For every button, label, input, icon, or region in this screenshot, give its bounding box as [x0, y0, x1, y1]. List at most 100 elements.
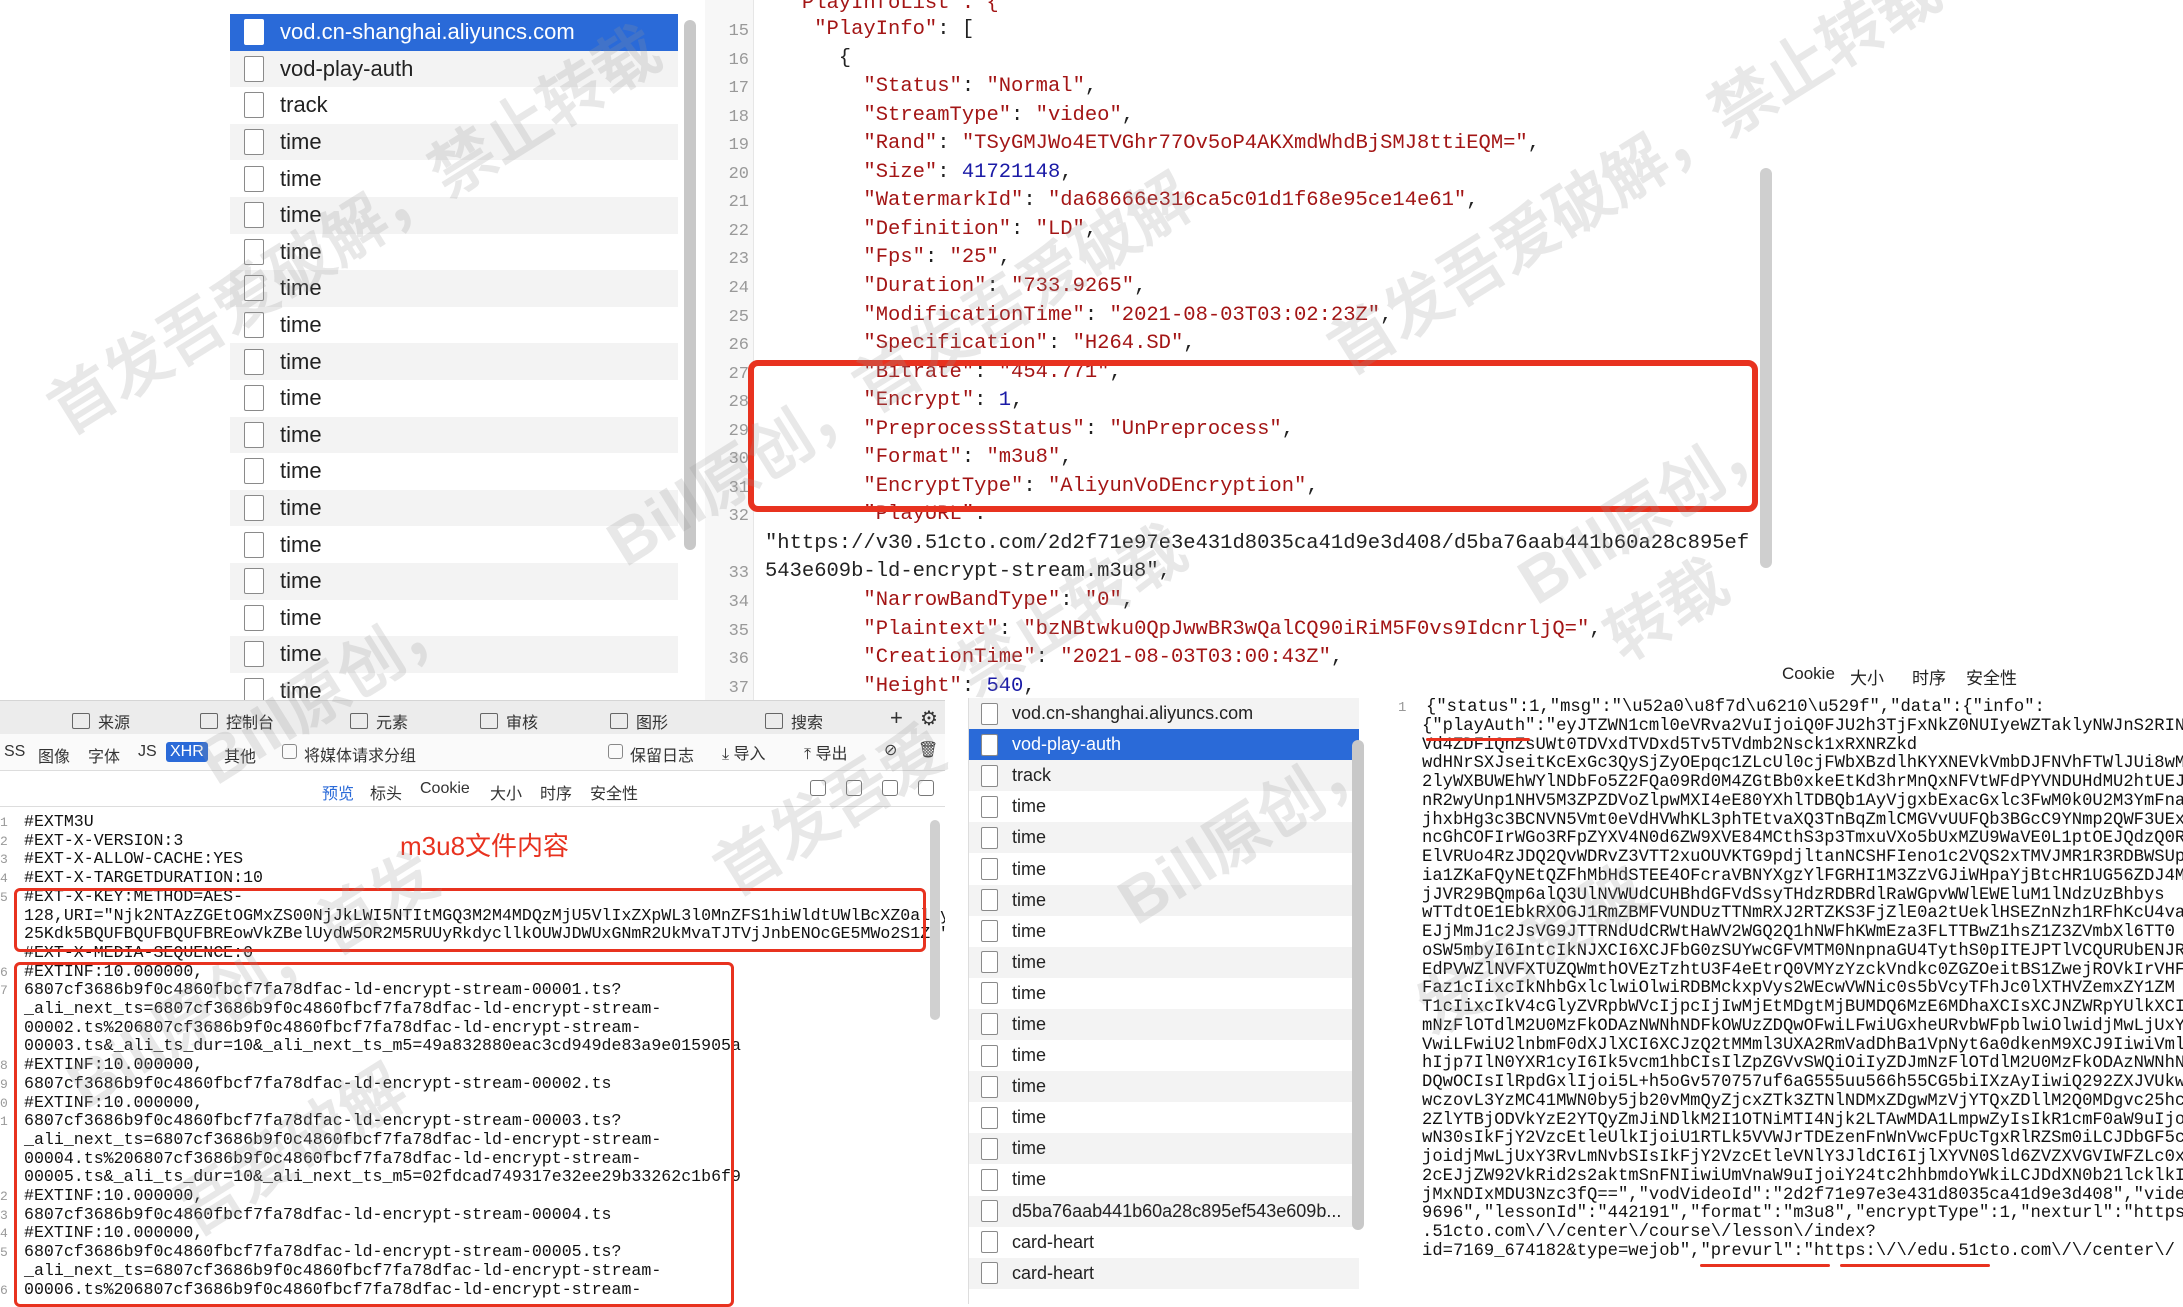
devtools-tab[interactable]: 元素 — [350, 709, 408, 733]
request-item[interactable]: time — [230, 636, 678, 673]
document-icon — [244, 275, 264, 302]
import-label: 导入 — [733, 746, 766, 763]
response-tab-3[interactable]: 安全性 — [1966, 664, 2017, 689]
m3u8-line-number: 2 — [0, 1189, 8, 1204]
code-line: { — [765, 46, 852, 70]
subtab-0[interactable]: 预览 — [322, 780, 354, 804]
request-item[interactable]: time — [969, 1164, 1359, 1195]
ext-key-highlight-box — [14, 888, 926, 952]
request-item[interactable]: time — [230, 234, 678, 271]
filter-3[interactable]: JS — [134, 742, 161, 762]
settings-gear-icon[interactable]: ⚙ — [920, 706, 938, 731]
request-item[interactable]: time — [969, 916, 1359, 947]
devtools-tab[interactable]: 来源 — [72, 709, 130, 733]
request-item-label: card-heart — [1012, 1262, 1095, 1283]
request-item[interactable]: vod-play-auth — [969, 729, 1359, 761]
document-icon — [981, 702, 998, 725]
request-item[interactable]: time — [969, 853, 1359, 884]
request-item[interactable]: time — [969, 884, 1359, 916]
request-item[interactable]: time — [230, 453, 678, 490]
request-item[interactable]: time — [969, 822, 1359, 854]
m3u8-line-number: 3 — [0, 852, 8, 868]
request-item[interactable]: time — [969, 1071, 1359, 1103]
group-media-checkbox[interactable] — [282, 744, 297, 759]
request-item[interactable]: time — [230, 600, 678, 637]
m3u8-line-number: 5 — [0, 1245, 8, 1261]
request-item[interactable]: time — [230, 160, 678, 197]
clear-icon[interactable]: ⊘ — [884, 740, 897, 760]
response-tab-1[interactable]: 大小 — [1850, 664, 1884, 689]
export-button[interactable]: ⤒ 导出 — [804, 740, 848, 764]
subtab-4[interactable]: 时序 — [540, 780, 572, 804]
preserve-log-checkbox[interactable] — [608, 744, 623, 759]
import-button[interactable]: ⤓ 导入 — [722, 740, 766, 764]
add-tab-icon[interactable]: + — [890, 705, 903, 731]
request-item[interactable]: time — [969, 1008, 1359, 1041]
subtab-1[interactable]: 标头 — [370, 780, 402, 804]
json-scrollbar[interactable] — [1760, 168, 1772, 568]
request-item[interactable]: time — [230, 489, 678, 527]
request-item[interactable]: vod.cn-shanghai.aliyuncs.com — [969, 698, 1359, 730]
filter-0[interactable]: SS — [0, 742, 29, 762]
request-item[interactable]: time — [969, 978, 1359, 1009]
request-item[interactable]: time — [230, 270, 678, 307]
devtools-tab[interactable]: 控制台 — [200, 709, 274, 733]
request-item[interactable]: time — [230, 196, 678, 234]
copy-icon[interactable] — [810, 780, 826, 796]
request-item-label: track — [1012, 765, 1052, 786]
request-list-bottom-scrollbar[interactable] — [1352, 740, 1364, 1230]
subtab-3[interactable]: 大小 — [490, 780, 522, 804]
request-item[interactable]: time — [969, 1102, 1359, 1133]
devtools-tab[interactable]: 图形 — [610, 709, 668, 733]
line-number: 29 — [728, 421, 749, 441]
request-item[interactable]: time — [230, 562, 678, 600]
request-item[interactable]: time — [230, 380, 678, 417]
filter-5[interactable]: 其他 — [220, 742, 260, 768]
request-item[interactable]: track — [969, 760, 1359, 792]
frame-icon[interactable] — [918, 780, 934, 796]
request-item[interactable]: vod.cn-shanghai.aliyuncs.com — [230, 14, 678, 51]
request-item[interactable]: time — [230, 123, 678, 161]
request-item[interactable]: time — [230, 307, 678, 344]
request-item[interactable]: time — [969, 1133, 1359, 1165]
response-tab-0[interactable]: Cookie — [1782, 664, 1835, 684]
request-item-label: time — [280, 165, 322, 191]
request-item[interactable]: card-heart — [969, 1257, 1359, 1289]
request-item[interactable]: time — [969, 791, 1359, 822]
request-item[interactable]: time — [969, 1040, 1359, 1071]
subtab-2[interactable]: Cookie — [420, 780, 470, 798]
filter-4[interactable]: XHR — [166, 742, 208, 762]
preview-scrollbar[interactable] — [930, 820, 940, 1020]
line-number: 22 — [728, 221, 749, 241]
trash-icon[interactable]: 🗑 — [918, 740, 938, 760]
request-item-label: time — [280, 275, 322, 301]
code-line: "NarrowBandType": "0", — [863, 589, 1135, 613]
response-tab-2[interactable]: 时序 — [1912, 664, 1946, 689]
document-icon — [244, 165, 264, 192]
subtab-5[interactable]: 安全性 — [590, 780, 638, 804]
request-list-top-scrollbar[interactable] — [684, 20, 696, 550]
text-icon[interactable] — [882, 780, 898, 796]
request-item[interactable]: time — [230, 526, 678, 563]
devtools-tab[interactable]: 搜索 — [765, 709, 823, 733]
braces-icon[interactable] — [846, 780, 862, 796]
network-filter-bar: SS 图像 字体 JS XHR 其他 将媒体请求分组 保留日志 ⤓ 导入 ⤒ 导出 ⊘ 🗑 — [0, 734, 945, 771]
devtools-tab[interactable]: 审核 — [480, 709, 538, 733]
request-item-label: time — [280, 348, 322, 374]
tab-icon — [765, 713, 783, 729]
request-item[interactable]: time — [230, 343, 678, 380]
response-line: wdHNrSXJseitKcExGc3QySjZyOEpqc1ZLcUl0cjF… — [1422, 754, 2183, 774]
filter-1[interactable]: 图像 — [34, 742, 74, 768]
request-item[interactable]: track — [230, 87, 678, 124]
request-item[interactable]: time — [969, 946, 1359, 978]
document-icon — [981, 826, 998, 849]
request-item[interactable]: card-heart — [969, 1227, 1359, 1258]
request-item[interactable]: time — [230, 416, 678, 454]
request-item[interactable]: d5ba76aab441b60a28c895ef543e609b... — [969, 1195, 1359, 1227]
request-item-label: vod.cn-shanghai.aliyuncs.com — [280, 19, 575, 45]
document-icon — [981, 1262, 998, 1285]
response-line: .51cto.com\/\/center\/course\/lesson\/in… — [1422, 1223, 1876, 1242]
request-item[interactable]: vod-play-auth — [230, 50, 678, 88]
filter-2[interactable]: 字体 — [84, 742, 124, 768]
request-item-label: time — [280, 531, 322, 557]
